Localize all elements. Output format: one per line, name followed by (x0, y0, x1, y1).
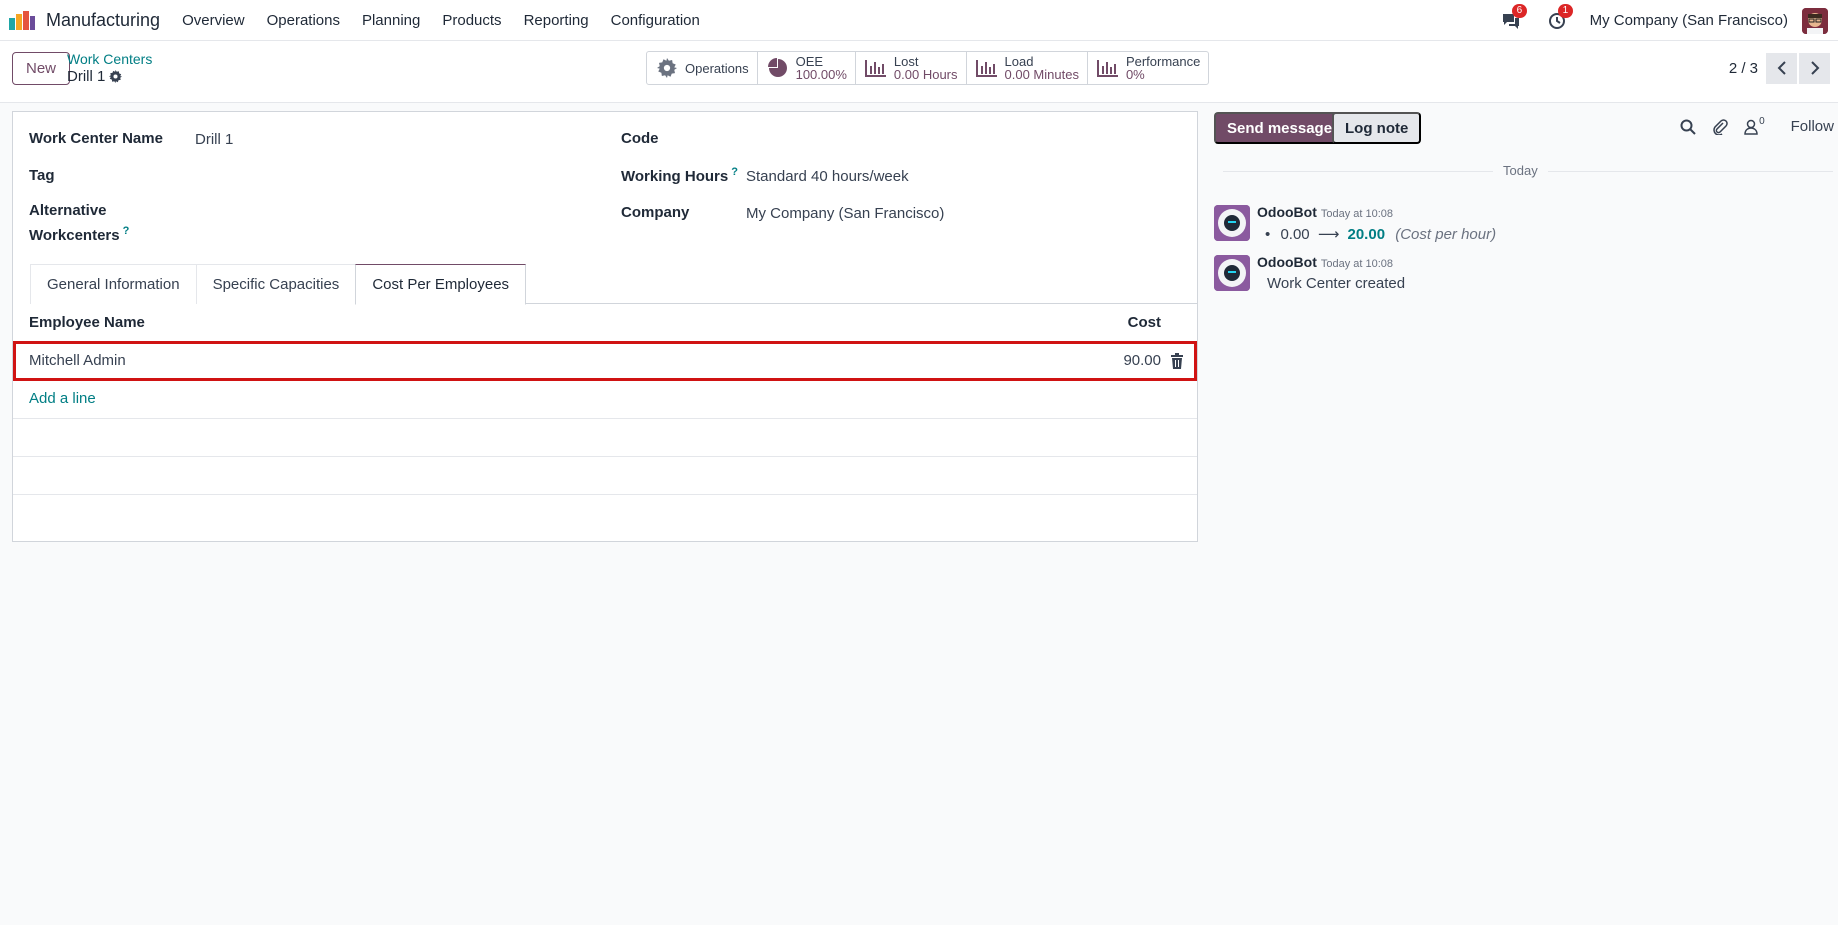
followers-count: 0 (1759, 115, 1765, 127)
tag-label: Tag (29, 167, 55, 184)
add-line-row: Add a line (13, 381, 1197, 419)
send-message-button[interactable]: Send message (1214, 112, 1346, 144)
form-sheet: Work Center Name Drill 1 Tag Alternative… (12, 111, 1198, 542)
pager-next-button[interactable] (1799, 52, 1830, 84)
working-hours-label: Working Hours? (621, 166, 738, 185)
new-button[interactable]: New (12, 52, 71, 85)
cost-cell[interactable]: 90.00 (1123, 352, 1161, 369)
work-center-name-label: Work Center Name (29, 130, 163, 147)
chevron-right-icon (1810, 61, 1819, 75)
lost-value: 0.00 Hours (893, 67, 958, 82)
log-note-button[interactable]: Log note (1332, 112, 1422, 144)
table-header: Employee Name Cost (13, 304, 1197, 342)
gears-icon (655, 58, 679, 78)
gear-icon[interactable] (109, 70, 123, 83)
tracking-value: • 0.00 ⟶ 20.00 (Cost per hour) (1265, 226, 1497, 243)
empty-row (13, 457, 1197, 495)
message-author[interactable]: OdooBot (1257, 254, 1317, 270)
company-label: Company (621, 204, 690, 221)
bar-chart-icon (864, 58, 888, 78)
odoobot-avatar[interactable] (1214, 205, 1250, 241)
employee-cost-table: Employee Name Cost Mitchell Admin 90.00 … (13, 304, 1197, 533)
tab-general-information[interactable]: General Information (30, 264, 197, 304)
code-field[interactable] (746, 128, 1166, 152)
arrow: ⟶ (1317, 226, 1340, 243)
company-field[interactable]: My Company (San Francisco) (746, 205, 944, 222)
date-label: Today (1493, 163, 1548, 178)
activities-button[interactable]: 1 (1544, 3, 1574, 34)
search-icon[interactable] (1680, 119, 1696, 135)
pager-previous-button[interactable] (1766, 52, 1797, 84)
smart-buttons: Operations OEE 100.00% Lost 0.00 Hours L… (646, 51, 1210, 85)
breadcrumb-work-centers[interactable]: Work Centers (67, 51, 152, 67)
pager: 2 / 3 (1729, 52, 1838, 84)
column-cost[interactable]: Cost (1128, 314, 1161, 331)
add-a-line-link[interactable]: Add a line (29, 390, 96, 407)
message-body: Work Center created (1267, 275, 1406, 292)
new-value: 20.00 (1347, 226, 1386, 243)
bar-chart-icon (1096, 58, 1120, 78)
chevron-left-icon (1777, 61, 1786, 75)
chatter: Send message Log note 0 Follow Today Odo… (1213, 111, 1838, 925)
menu-operations[interactable]: Operations (267, 12, 340, 29)
tab-cost-per-employees[interactable]: Cost Per Employees (355, 264, 527, 305)
column-employee-name[interactable]: Employee Name (29, 314, 145, 331)
empty-row (13, 495, 1197, 533)
breadcrumb-current: Drill 1 (67, 68, 106, 85)
alternative-workcenters-label: Alternative Workcenters? (29, 202, 130, 244)
manufacturing-app-icon[interactable] (8, 8, 36, 32)
menu-planning[interactable]: Planning (362, 12, 420, 29)
code-label: Code (621, 130, 659, 147)
work-center-name-field[interactable]: Drill 1 (195, 131, 233, 148)
chatter-tools: 0 Follow (1680, 115, 1834, 135)
paperclip-icon[interactable] (1712, 118, 1728, 135)
activities-badge: 1 (1557, 3, 1574, 18)
menu-configuration[interactable]: Configuration (611, 12, 700, 29)
pie-chart-icon (766, 58, 790, 78)
message-time: Today at 10:08 (1320, 208, 1394, 220)
menu-products[interactable]: Products (442, 12, 501, 29)
empty-row (13, 419, 1197, 457)
pager-value[interactable]: 2 / 3 (1729, 60, 1758, 77)
top-navbar: Manufacturing Overview Operations Planni… (0, 0, 1838, 41)
company-switcher[interactable]: My Company (San Francisco) (1590, 12, 1788, 29)
odoobot-avatar[interactable] (1214, 255, 1250, 291)
tab-specific-capacities[interactable]: Specific Capacities (195, 264, 357, 304)
load-smart-button[interactable]: Load 0.00 Minutes (967, 52, 1088, 84)
operations-label: Operations (685, 60, 749, 76)
working-hours-field[interactable]: Standard 40 hours/week (746, 168, 909, 185)
messages-button[interactable]: 6 (1498, 3, 1528, 34)
table-row[interactable]: Mitchell Admin 90.00 (13, 341, 1197, 381)
employee-name-cell[interactable]: Mitchell Admin (29, 352, 126, 369)
control-panel: New Work Centers Drill 1 Operations OEE … (0, 41, 1838, 103)
breadcrumb: Work Centers Drill 1 (67, 51, 152, 85)
user-icon (1744, 119, 1758, 135)
message-author[interactable]: OdooBot (1257, 204, 1317, 220)
lost-smart-button[interactable]: Lost 0.00 Hours (856, 52, 967, 84)
app-name[interactable]: Manufacturing (46, 10, 160, 31)
performance-value: 0% (1125, 67, 1145, 82)
bar-chart-icon (975, 58, 999, 78)
load-value: 0.00 Minutes (1004, 67, 1079, 82)
menu-overview[interactable]: Overview (182, 12, 245, 29)
messages-badge: 6 (1511, 3, 1528, 18)
menu-reporting[interactable]: Reporting (524, 12, 589, 29)
oee-value: 100.00% (795, 67, 847, 82)
help-icon[interactable]: ? (123, 225, 130, 237)
oee-smart-button[interactable]: OEE 100.00% (758, 52, 856, 84)
trash-icon[interactable] (1170, 353, 1184, 369)
help-icon[interactable]: ? (731, 166, 738, 178)
alternative-workcenters-field[interactable] (195, 207, 595, 231)
user-avatar[interactable] (1802, 7, 1828, 34)
notebook-tabs: General Information Specific Capacities … (30, 264, 1198, 305)
operations-smart-button[interactable]: Operations (647, 52, 758, 84)
tracked-field-name: (Cost per hour) (1395, 226, 1497, 243)
performance-smart-button[interactable]: Performance 0% (1088, 52, 1208, 84)
old-value: 0.00 (1280, 226, 1310, 243)
tag-field[interactable] (195, 164, 595, 188)
followers-button[interactable]: 0 (1744, 115, 1765, 135)
follow-button[interactable]: Follow (1791, 118, 1834, 135)
message-time: Today at 10:08 (1320, 258, 1394, 270)
